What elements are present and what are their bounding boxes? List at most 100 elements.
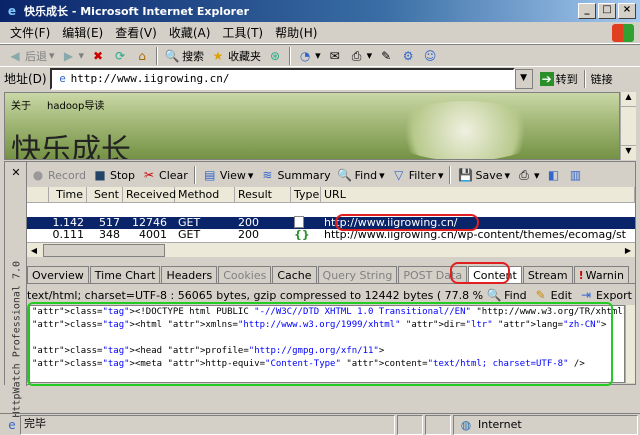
summary-label: Summary	[277, 168, 331, 182]
refresh-button[interactable]: ⟳	[109, 48, 131, 64]
tab-stream[interactable]: Stream	[522, 266, 573, 283]
web-page-viewport[interactable]: 关于 hadoop导读 快乐成长	[4, 92, 620, 160]
content-find-label: Find	[504, 288, 527, 302]
tab-query-string[interactable]: Query String	[317, 266, 398, 283]
menu-file[interactable]: 文件(F)	[4, 24, 56, 41]
tab-cookies[interactable]: Cookies	[218, 266, 272, 283]
row-time: 1.142	[52, 217, 85, 229]
options-button[interactable]: ◧	[543, 167, 565, 183]
save-button[interactable]: 💾 Save ▾	[454, 167, 513, 183]
row-result: 200	[238, 217, 259, 229]
content-export-button[interactable]: ⇥ Export	[575, 287, 635, 303]
filter-icon: ▽	[394, 168, 404, 182]
tab-warnin[interactable]: ! Warnin	[573, 266, 629, 283]
maximize-button[interactable]: □	[598, 3, 616, 19]
go-button[interactable]: ➔ 转到	[537, 71, 581, 87]
back-button[interactable]: ◀ 后退 ▾	[4, 48, 58, 64]
col-time[interactable]: Time	[49, 186, 87, 203]
menu-edit[interactable]: 编辑(E)	[56, 24, 109, 41]
stop-button[interactable]: ✖	[87, 48, 109, 64]
close-button[interactable]: ×	[618, 3, 636, 19]
mail-button[interactable]: ✉	[324, 48, 346, 64]
view-label: View	[219, 168, 246, 182]
clear-icon: ✂	[144, 168, 155, 182]
edit-page-button[interactable]: ✎	[375, 48, 397, 64]
address-dropdown-button[interactable]: ▼	[514, 68, 533, 89]
window-icon: ◧	[547, 168, 560, 182]
stop-label: Stop	[110, 168, 136, 182]
find-button[interactable]: 🔍 Find ▾	[334, 167, 388, 183]
close-panel-icon[interactable]: ✕	[8, 165, 24, 181]
col-result[interactable]: Result	[235, 186, 291, 203]
request-grid-header: Time Sent Received Method Result Type UR…	[27, 186, 635, 203]
page-vertical-scrollbar[interactable]: ▲ ▼	[620, 92, 636, 160]
links-label[interactable]: 链接	[591, 71, 613, 87]
media-button[interactable]: ⊛	[264, 48, 286, 64]
messenger-button[interactable]: ☺	[419, 48, 441, 64]
filter-button[interactable]: ▽ Filter ▾	[388, 167, 447, 183]
nav-hadoop[interactable]: hadoop导读	[47, 97, 104, 112]
content-find-button[interactable]: 🔍 Find	[483, 287, 530, 303]
clear-button[interactable]: ✂ Clear	[138, 167, 191, 183]
tab-headers[interactable]: Headers	[161, 266, 218, 283]
col-sent[interactable]: Sent	[87, 186, 123, 203]
menu-help[interactable]: 帮助(H)	[269, 24, 323, 41]
windows-logo-icon	[612, 23, 634, 42]
ie-logo-icon: e	[7, 4, 17, 18]
forward-arrow-icon: ▶	[63, 48, 74, 63]
table-row[interactable]: 0.111 348 4001 GET 200 {} http://www.iig…	[27, 229, 635, 241]
grid-horizontal-scrollbar[interactable]: ◀ ▶	[27, 242, 635, 257]
nav-about[interactable]: 关于	[11, 97, 31, 112]
record-button[interactable]: ● Record	[27, 167, 89, 183]
menu-bar: 文件(F) 编辑(E) 查看(V) 收藏(A) 工具(T) 帮助(H)	[0, 22, 640, 44]
col-received[interactable]: Received	[123, 186, 176, 203]
tab-cache[interactable]: Cache	[272, 266, 317, 283]
home-button[interactable]: ⌂	[131, 48, 153, 64]
history-button[interactable]: ◔ ▾	[294, 48, 324, 64]
minimize-button[interactable]: _	[578, 3, 596, 19]
stop-record-button[interactable]: ■ Stop	[89, 167, 138, 183]
help-button[interactable]: ▥	[565, 167, 587, 183]
view-icon: ▤	[204, 168, 216, 182]
address-input[interactable]: e http://www.iigrowing.cn/	[49, 67, 515, 90]
favorites-label: 收藏夹	[228, 49, 262, 63]
menu-view[interactable]: 查看(V)	[109, 24, 163, 41]
search-label: 搜索	[182, 49, 205, 63]
search-button[interactable]: 🔍 搜索	[161, 48, 207, 64]
menu-favorites[interactable]: 收藏(A)	[163, 24, 217, 41]
print-button[interactable]: ⎙ ▾	[346, 48, 376, 64]
back-arrow-icon: ◀	[10, 48, 20, 63]
page-heading: 快乐成长	[11, 133, 131, 160]
view-button[interactable]: ▤ View ▾	[199, 167, 257, 183]
row-method: GET	[178, 217, 201, 229]
discuss-icon: ⚙	[402, 48, 414, 63]
row-sent: 348	[99, 229, 120, 241]
table-row[interactable]: 1.142 517 12746 GET 200 http://www.iigro…	[27, 215, 635, 229]
forward-button[interactable]: ▶ ▾	[58, 48, 88, 64]
filter-label: Filter	[408, 168, 436, 182]
content-edit-button[interactable]: ✎ Edit	[530, 287, 575, 303]
tab-time-chart[interactable]: Time Chart	[89, 266, 161, 283]
col-method[interactable]: Method	[175, 186, 235, 203]
favorites-button[interactable]: ★ 收藏夹	[207, 48, 264, 64]
search-icon: 🔍	[164, 48, 180, 63]
summary-button[interactable]: ≋ Summary	[256, 167, 333, 183]
stop-square-icon: ■	[94, 168, 106, 182]
title-bar[interactable]: e 快乐成长 - Microsoft Internet Explorer _ □…	[0, 0, 640, 22]
row-received: 4001	[139, 229, 167, 241]
col-icon[interactable]	[27, 186, 49, 203]
code-vertical-scrollbar[interactable]	[625, 305, 635, 383]
tab-overview[interactable]: Overview	[27, 266, 89, 283]
window-title: 快乐成长 - Microsoft Internet Explorer	[24, 5, 249, 18]
discuss-button[interactable]: ⚙	[397, 48, 419, 64]
col-type[interactable]: Type	[291, 186, 321, 203]
save-icon: 💾	[458, 168, 473, 182]
stop-icon: ✖	[93, 48, 104, 63]
find-label: Find	[354, 168, 378, 182]
col-url[interactable]: URL	[321, 186, 635, 203]
page-icon: e	[59, 71, 66, 85]
menu-tools[interactable]: 工具(T)	[216, 24, 269, 41]
httpwatch-toolbar: ● Record ■ Stop ✂ Clear ▤ View ▾ ≋ Summa…	[27, 164, 635, 186]
print-log-button[interactable]: ⎙ ▾	[513, 167, 543, 183]
star-icon: ★	[212, 48, 224, 63]
